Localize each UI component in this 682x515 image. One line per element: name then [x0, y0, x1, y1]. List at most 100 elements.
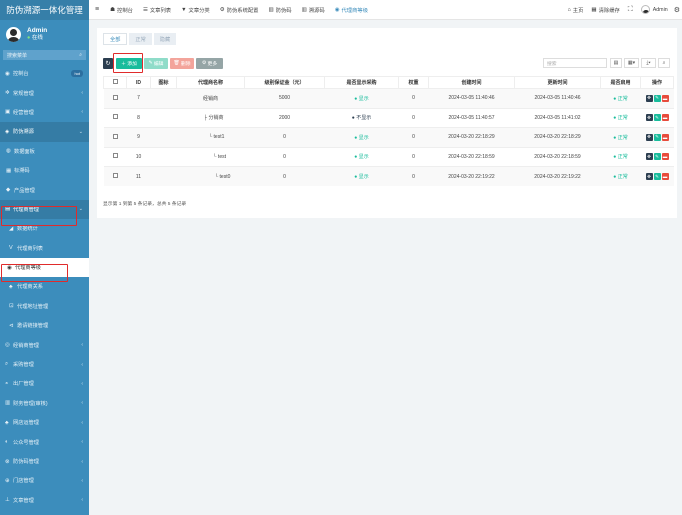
level-icon: ◉ — [334, 6, 340, 13]
row-checkbox[interactable] — [103, 107, 127, 128]
cell-weight: 0 — [398, 107, 429, 128]
edit-pencil-icon[interactable]: ✎ — [653, 153, 661, 161]
delete-trash-icon[interactable]: ▬ — [661, 133, 669, 141]
fullscreen-icon[interactable]: ⛶ — [624, 0, 637, 20]
table-row[interactable]: 10 └ test 0 ● 显示 0 2024-03-20 22:18:59 2024-03… — [103, 146, 674, 167]
col-id[interactable]: ID — [126, 76, 151, 89]
cell-id: 9 — [126, 127, 151, 147]
cell-actions: ✥ ✎ ▬ — [640, 146, 674, 167]
sidebar-item-label: 控制台 — [13, 71, 29, 78]
tab-normal[interactable]: 正常 — [129, 33, 152, 45]
sidebar-item-label: 出厂管理 — [13, 381, 34, 388]
refresh-button[interactable]: ↻ — [103, 58, 113, 69]
shield-icon: ◈ — [5, 128, 10, 135]
row-checkbox[interactable] — [103, 146, 127, 167]
nav-tab-1[interactable]: ☰ 文章列表 — [138, 0, 176, 20]
cell-weight: 0 — [398, 166, 429, 186]
status-dot-icon: ● — [613, 154, 617, 161]
menu-search-input[interactable]: 搜索菜单 ⌕ — [3, 50, 86, 60]
sidebar-item-17[interactable]: ▥ 财务管理(审核) ‹ — [0, 394, 89, 413]
chevron-icon: ‹ — [81, 439, 83, 446]
table-row[interactable]: 9 └ test1 0 ● 显示 0 2024-03-20 22:18:29 2024-03… — [103, 127, 674, 147]
edit-pencil-icon[interactable]: ✎ — [653, 114, 661, 122]
sidebar-item-5[interactable]: ▦ 标溯码 — [0, 161, 89, 180]
sidebar-item-label: 常规管理 — [13, 90, 34, 97]
user-menu[interactable]: Admin — [637, 0, 672, 20]
edit-pencil-icon[interactable]: ✎ — [653, 133, 661, 141]
sidebar-item-21[interactable]: ⊕ 门店管理 ‹ — [0, 471, 89, 490]
sidebar-item-20[interactable]: ⊗ 防伪码管理 ‹ — [0, 452, 89, 471]
nav-tab-3[interactable]: ⚙ 防伪系统配置 — [215, 0, 264, 20]
edit-pencil-icon[interactable]: ✎ — [653, 94, 661, 102]
sidebar-item-2[interactable]: ▣ 经营管理 ‹ — [0, 103, 89, 122]
more-button[interactable]: ⚙ 更多 — [196, 58, 223, 69]
sidebar-item-13[interactable]: ⊲ 邀请链接管理 — [0, 316, 89, 335]
table-search-input[interactable]: 搜索 — [543, 58, 607, 68]
tab-hidden[interactable]: 隐藏 — [153, 33, 177, 45]
sidebar-item-19[interactable]: ◐ 公众号管理 ‹ — [0, 432, 89, 451]
delete-trash-icon[interactable]: ▬ — [661, 173, 669, 180]
row-checkbox[interactable] — [103, 127, 127, 147]
sidebar-item-12[interactable]: ⊡ 代理地址管理 — [0, 297, 89, 316]
chevron-icon: ‹ — [81, 342, 83, 349]
advanced-search-icon[interactable]: ⌕ — [658, 58, 670, 68]
row-checkbox[interactable] — [103, 166, 127, 186]
export-dropdown-icon[interactable]: ⤓▾ — [641, 58, 656, 68]
nav-tab-5[interactable]: ▥ 溯源码 — [297, 0, 330, 20]
sidebar-item-16[interactable]: ◓ 出厂管理 ‹ — [0, 374, 89, 393]
drag-move-icon[interactable]: ✥ — [645, 173, 653, 180]
nav-tab-0[interactable]: ☗ 控制台 — [105, 0, 138, 20]
toggle-view-icon[interactable]: ▤ — [610, 58, 622, 68]
sidebar-item-label: 网店运管理 — [13, 420, 39, 427]
table-row[interactable]: 11 └ test0 0 ● 显示 0 2024-03-20 22:19:22 2024-0… — [103, 166, 674, 186]
highlight-box-agent-menu — [1, 206, 77, 226]
sidebar-item-3[interactable]: ◈ 防伪溯源 ⌄ — [0, 122, 89, 142]
edit-button[interactable]: ✎ 编辑 — [144, 58, 168, 69]
delete-trash-icon[interactable]: ▬ — [661, 94, 669, 102]
select-all-checkbox[interactable] — [103, 76, 127, 89]
nav-tab-4[interactable]: ▥ 防伪码 — [263, 0, 296, 20]
nav-tab-6[interactable]: ◉ 代理商等级 — [330, 0, 373, 20]
col-updated: 更新时间 — [514, 76, 601, 89]
cell-weight: 0 — [398, 127, 429, 147]
home-link[interactable]: ⌂ 主页 — [563, 0, 587, 20]
cell-updated: 2024-03-20 22:19:22 — [514, 166, 601, 186]
cell-name: └ test0 — [176, 166, 245, 186]
sidebar-item-18[interactable]: ♣ 网店运管理 ‹ — [0, 413, 89, 432]
sidebar-item-9[interactable]: V 代理商列表 — [0, 239, 89, 258]
drag-move-icon[interactable]: ✥ — [645, 114, 653, 122]
sidebar-item-label: 文章管理 — [13, 497, 34, 504]
sidebar-item-22[interactable]: ⊥ 文章管理 ‹ — [0, 491, 89, 510]
row-checkbox[interactable] — [103, 88, 127, 108]
brand-title[interactable]: 防伪溯源一体化管理 — [0, 0, 89, 20]
cell-updated: 2024-03-05 11:40:46 — [514, 88, 601, 108]
nav-tab-2[interactable]: ▼ 文章分类 — [176, 0, 215, 20]
delete-button[interactable]: 🗑 删除 — [170, 58, 194, 69]
tab-all[interactable]: 全部 — [103, 33, 128, 45]
delete-trash-icon[interactable]: ▬ — [661, 114, 669, 122]
drag-move-icon[interactable]: ✥ — [645, 153, 653, 161]
drag-move-icon[interactable]: ✥ — [645, 94, 653, 102]
columns-dropdown-icon[interactable]: ▦▾ — [624, 58, 639, 68]
drag-move-icon[interactable]: ✥ — [645, 133, 653, 141]
sidebar-item-15[interactable]: ⌕ 采购管理 ‹ — [0, 355, 89, 374]
table-row[interactable]: 8 ├ 分销商 2000 ● 不显示 0 2024-03-05 11:40:57 2024-… — [103, 107, 674, 128]
settings-gear-icon[interactable]: ⚙ — [672, 0, 682, 20]
sidebar-item-4[interactable]: ◍ 数据面板 — [0, 142, 89, 161]
sidebar-item-6[interactable]: ◆ 产品管理 — [0, 180, 89, 199]
sidebar-item-14[interactable]: ◎ 经销商管理 ‹ — [0, 335, 89, 354]
table-row[interactable]: 7 经销商 5000 ● 显示 0 2024-03-05 11:40:46 2024-03-… — [103, 88, 674, 108]
sidebar-item-0[interactable]: ◉ 控制台 hot — [0, 64, 89, 83]
sidebar-item-1[interactable]: ✲ 常规管理 ‹ — [0, 83, 89, 102]
delete-trash-icon[interactable]: ▬ — [661, 153, 669, 161]
status-dot-icon: ● — [351, 115, 355, 122]
status-dot-icon: ● — [613, 134, 617, 141]
sidebar-item-label: 代理商关系 — [17, 284, 43, 291]
cell-icon — [150, 88, 177, 108]
edit-pencil-icon[interactable]: ✎ — [653, 173, 661, 180]
sidebar-item-label: 邀请链接管理 — [17, 323, 49, 330]
database-icon: ◍ — [6, 148, 11, 155]
menu-toggle-icon[interactable]: ≡ — [89, 0, 105, 20]
clear-cache-button[interactable]: ▦ 清除缓存 — [587, 0, 623, 20]
cell-enabled: ● 正常 — [600, 88, 641, 108]
